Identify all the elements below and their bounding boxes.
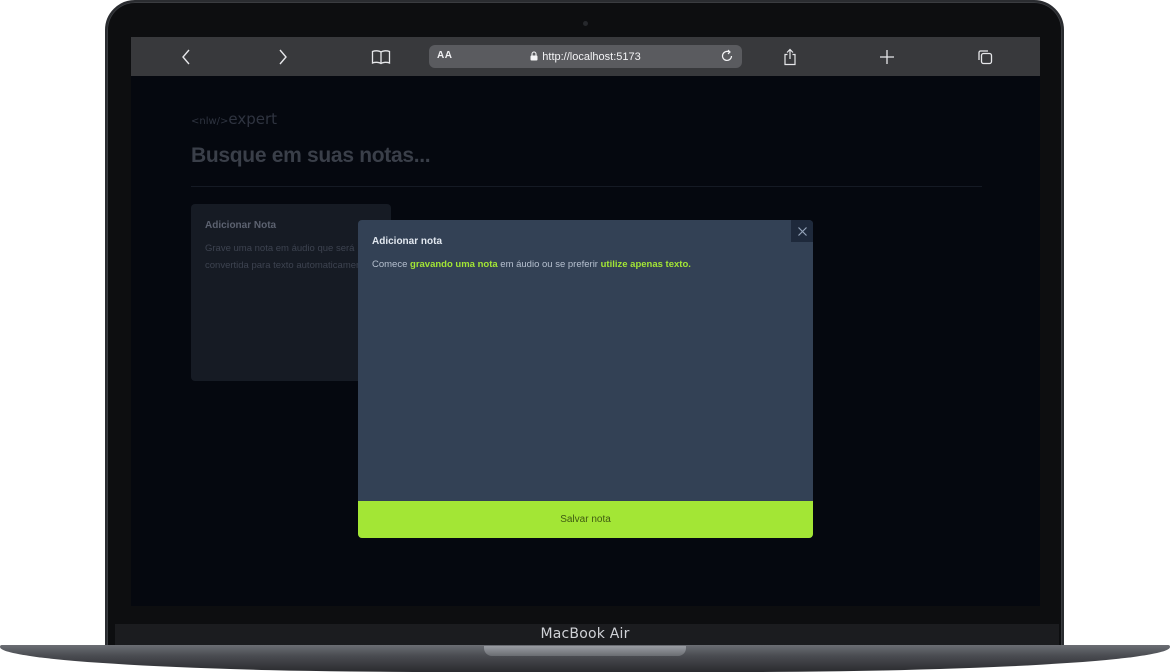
save-note-button[interactable]: Salvar nota [358, 501, 813, 538]
book-icon[interactable] [369, 37, 393, 76]
record-audio-button[interactable]: gravando uma nota [410, 259, 498, 270]
camera [583, 21, 588, 26]
tabs-icon[interactable] [974, 37, 996, 76]
card-title: Adicionar Nota [205, 220, 277, 231]
plus-icon[interactable] [876, 37, 898, 76]
modal-title: Adicionar nota [372, 236, 443, 247]
laptop-notch [484, 646, 686, 656]
page-content: <nlw/>expert Busque em suas notas... Adi… [131, 76, 1040, 606]
lock-icon [530, 48, 538, 66]
use-text-button[interactable]: utilize apenas texto. [601, 259, 691, 270]
close-icon [797, 226, 807, 236]
search-input[interactable]: Busque em suas notas... [191, 144, 431, 168]
add-note-modal: Adicionar nota Comece gravando uma nota … [358, 220, 813, 538]
logo: <nlw/>expert [191, 110, 278, 128]
reload-icon[interactable] [720, 49, 734, 68]
divider [191, 186, 982, 187]
share-icon[interactable] [779, 37, 801, 76]
model-label: MacBook Air [540, 626, 630, 642]
address-bar[interactable]: AA http://localhost:5173 [429, 45, 742, 68]
screen: AA http://localhost:5173 <nlw/>expert Bu… [131, 37, 1040, 606]
url-text: http://localhost:5173 [542, 50, 641, 63]
chevron-left-icon[interactable] [175, 37, 197, 76]
browser-toolbar: AA http://localhost:5173 [131, 37, 1040, 76]
modal-description: Comece gravando uma nota em áudio ou se … [372, 259, 691, 270]
chevron-right-icon[interactable] [272, 37, 294, 76]
